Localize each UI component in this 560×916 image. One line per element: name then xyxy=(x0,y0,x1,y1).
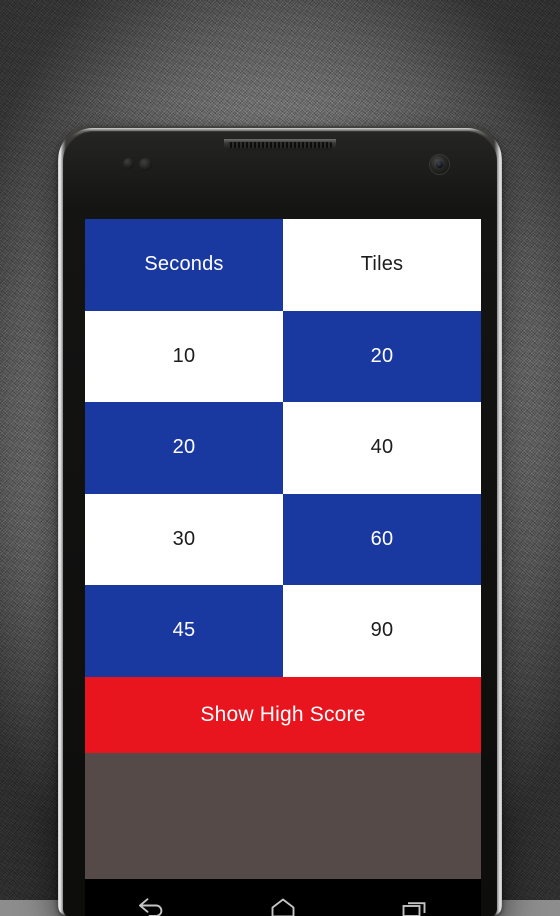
nav-back-button[interactable] xyxy=(120,886,182,916)
column-header-tiles: Tiles xyxy=(283,219,481,311)
empty-content-area xyxy=(85,752,481,879)
cell-tiles-60[interactable]: 60 xyxy=(283,493,481,585)
nav-home-button[interactable] xyxy=(252,886,314,916)
column-header-seconds: Seconds xyxy=(85,219,283,311)
cell-tiles-40[interactable]: 40 xyxy=(283,402,481,494)
cell-seconds-30[interactable]: 30 xyxy=(85,493,283,585)
light-sensor-icon xyxy=(139,158,152,171)
front-camera-icon xyxy=(430,155,449,174)
cell-tiles-90[interactable]: 90 xyxy=(283,585,481,677)
table-row[interactable]: 30 60 xyxy=(85,493,481,585)
android-navigation-bar xyxy=(85,879,481,916)
difficulty-grid: Seconds Tiles 10 20 20 40 30 60 45 90 xyxy=(85,219,481,677)
table-row[interactable]: 10 20 xyxy=(85,310,481,402)
phone-screen: Seconds Tiles 10 20 20 40 30 60 45 90 Sh… xyxy=(85,219,481,879)
table-header-row: Seconds Tiles xyxy=(85,219,481,311)
cell-seconds-45[interactable]: 45 xyxy=(85,585,283,677)
cell-seconds-10[interactable]: 10 xyxy=(85,310,283,402)
phone-bezel: Seconds Tiles 10 20 20 40 30 60 45 90 Sh… xyxy=(63,131,497,916)
back-arrow-icon xyxy=(139,898,163,916)
proximity-sensor-icon xyxy=(123,158,134,169)
cell-seconds-20[interactable]: 20 xyxy=(85,402,283,494)
recent-apps-icon xyxy=(402,902,426,916)
nav-recents-button[interactable] xyxy=(384,886,446,916)
cell-tiles-20[interactable]: 20 xyxy=(283,310,481,402)
show-high-score-button[interactable]: Show High Score xyxy=(85,676,481,753)
earpiece-speaker-icon xyxy=(224,139,336,150)
table-row[interactable]: 20 40 xyxy=(85,402,481,494)
phone-device: Seconds Tiles 10 20 20 40 30 60 45 90 Sh… xyxy=(58,126,502,916)
home-icon xyxy=(271,898,295,916)
table-row[interactable]: 45 90 xyxy=(85,585,481,677)
